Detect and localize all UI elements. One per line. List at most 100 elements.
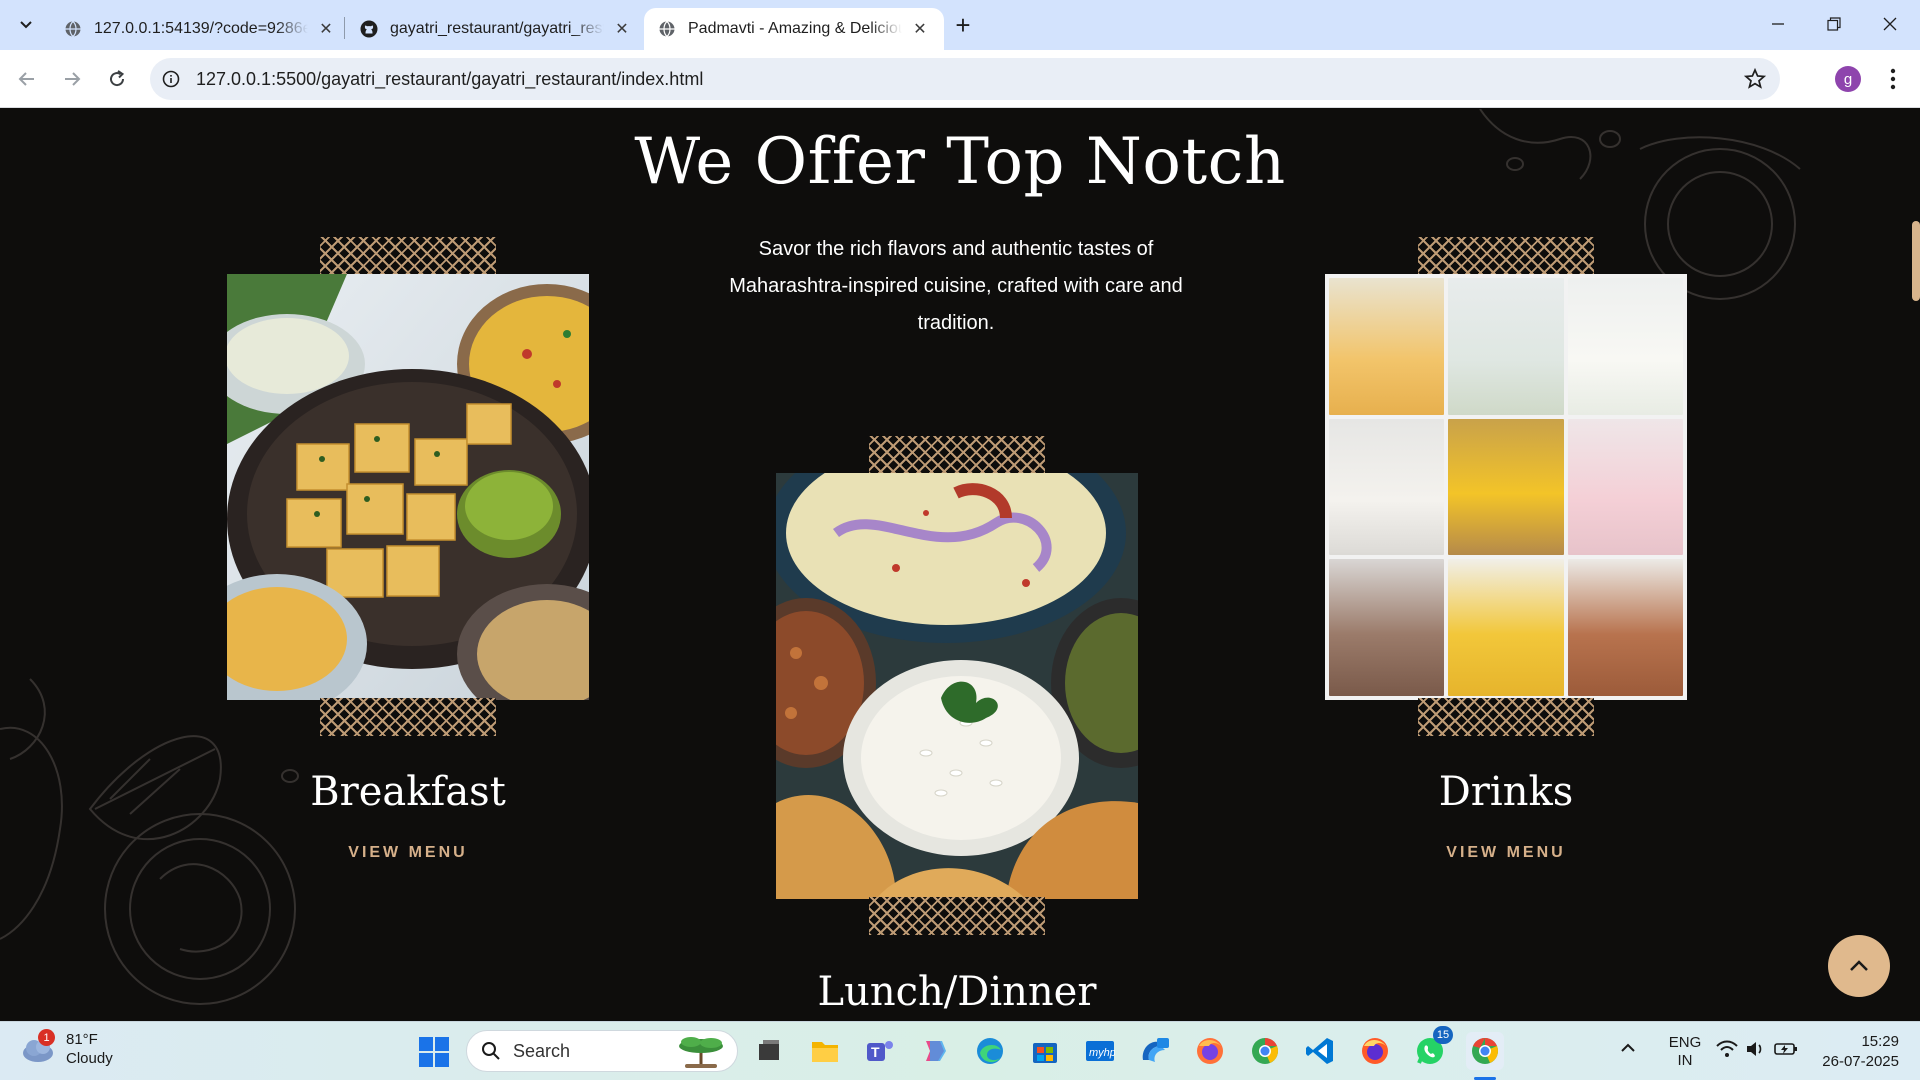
- globe-icon: [659, 21, 675, 37]
- close-icon[interactable]: ✕: [612, 19, 632, 39]
- svg-text:myhp: myhp: [1089, 1047, 1115, 1059]
- windows-logo-icon: [419, 1037, 449, 1067]
- chrome-icon[interactable]: [1466, 1032, 1504, 1070]
- close-icon: [1883, 17, 1897, 31]
- page-scrollbar-thumb[interactable]: [1912, 221, 1920, 301]
- chevron-up-icon: [1621, 1043, 1635, 1052]
- back-button[interactable]: [10, 62, 44, 96]
- weather-badge: 1: [38, 1029, 55, 1046]
- minimize-button[interactable]: [1750, 0, 1806, 48]
- menu-kebab-icon[interactable]: [1880, 64, 1906, 94]
- tab-title: gayatri_restaurant/gayatri_resta...: [390, 20, 604, 37]
- wifi-icon[interactable]: [1716, 1040, 1738, 1063]
- lunch-dinner-image: [776, 473, 1138, 899]
- drinks-title: Drinks: [1438, 769, 1574, 815]
- microsoft-store-icon[interactable]: [1026, 1032, 1064, 1070]
- weather-condition: Cloudy: [66, 1050, 113, 1067]
- tab-padmavti[interactable]: Padmavti - Amazing & Delicious ✕: [644, 8, 944, 50]
- drink-photo: [1448, 278, 1564, 415]
- search-icon: [482, 1042, 500, 1060]
- tray-overflow-chevron[interactable]: [1620, 1040, 1636, 1058]
- firefox-icon[interactable]: [1356, 1032, 1394, 1070]
- vscode-icon[interactable]: [1301, 1032, 1339, 1070]
- drink-photo: [1329, 278, 1445, 415]
- language-indicator[interactable]: ENG IN: [1665, 1034, 1705, 1070]
- task-view-icon[interactable]: [750, 1032, 788, 1070]
- bonsai-search-highlight-icon: [679, 1037, 723, 1068]
- url-text[interactable]: 127.0.0.1:5500/gayatri_restaurant/gayatr…: [196, 69, 703, 90]
- close-icon[interactable]: ✕: [910, 19, 930, 39]
- tab-strip: 127.0.0.1:54139/?code=9286ee... ✕ gayatr…: [0, 0, 1920, 50]
- section-heading: We Offer Top Notch: [634, 125, 1286, 199]
- minimize-icon: [1772, 23, 1784, 25]
- copilot-icon[interactable]: [916, 1032, 954, 1070]
- scroll-to-top-button[interactable]: [1828, 935, 1890, 997]
- file-explorer-icon[interactable]: [806, 1032, 844, 1070]
- site-info-icon[interactable]: [150, 58, 192, 100]
- arrow-right-icon: [65, 72, 81, 86]
- whatsapp-badge: 15: [1433, 1026, 1453, 1044]
- svg-text:T: T: [871, 1044, 880, 1060]
- drink-photo: [1567, 559, 1683, 696]
- language-region: IN: [1677, 1052, 1693, 1069]
- myhp-icon[interactable]: myhp: [1081, 1032, 1119, 1070]
- drink-photo: [1329, 559, 1445, 696]
- clock-time: 15:29: [1861, 1033, 1899, 1050]
- drink-photo: [1567, 418, 1683, 556]
- weather-widget[interactable]: 1 81°F Cloudy: [20, 1029, 113, 1068]
- battery-icon[interactable]: [1774, 1041, 1798, 1062]
- volume-icon[interactable]: [1745, 1040, 1765, 1063]
- windows-start-button[interactable]: [418, 1036, 450, 1068]
- address-bar[interactable]: 127.0.0.1:5500/gayatri_restaurant/gayatr…: [150, 58, 1780, 100]
- bookmark-star-icon[interactable]: [1743, 67, 1767, 95]
- reload-icon: [110, 70, 125, 87]
- new-tab-button[interactable]: +: [948, 10, 978, 40]
- tab-separator: [344, 17, 345, 39]
- chrome-alt-icon[interactable]: [1246, 1032, 1284, 1070]
- tab-github[interactable]: gayatri_restaurant/gayatri_resta... ✕: [346, 8, 646, 50]
- cloud-icon: 1: [20, 1029, 56, 1065]
- chevron-down-icon: [20, 21, 32, 29]
- forward-button[interactable]: [55, 62, 89, 96]
- system-clock[interactable]: 15:29 26-07-2025: [1815, 1032, 1899, 1072]
- search-placeholder: Search: [513, 1040, 571, 1061]
- firefox-icon[interactable]: [1191, 1032, 1229, 1070]
- decorative-pattern: [320, 237, 496, 275]
- close-icon[interactable]: ✕: [316, 19, 336, 39]
- browser-toolbar: 127.0.0.1:5500/gayatri_restaurant/gayatr…: [0, 50, 1920, 108]
- breakfast-view-menu-link[interactable]: VIEW MENU: [258, 844, 558, 862]
- globe-icon: [65, 21, 81, 37]
- decorative-pattern: [1418, 698, 1594, 736]
- breakfast-title: Breakfast: [310, 769, 506, 815]
- drink-photo: [1448, 418, 1564, 556]
- restore-icon: [1827, 17, 1841, 31]
- clock-date: 26-07-2025: [1822, 1053, 1899, 1070]
- decorative-pattern: [869, 897, 1045, 935]
- whatsapp-icon[interactable]: 15: [1411, 1026, 1453, 1070]
- weather-temp: 81°F: [66, 1031, 98, 1048]
- close-window-button[interactable]: [1862, 0, 1918, 48]
- tab-title: Padmavti - Amazing & Delicious: [688, 20, 902, 37]
- drinks-image-grid: [1325, 274, 1687, 700]
- teams-icon[interactable]: T: [861, 1032, 899, 1070]
- tab-search-button[interactable]: [10, 9, 42, 41]
- github-icon: [360, 20, 378, 38]
- tab-title: 127.0.0.1:54139/?code=9286ee...: [94, 20, 308, 37]
- arrow-left-icon: [18, 72, 34, 86]
- taskbar-search-box[interactable]: Search: [466, 1030, 738, 1072]
- breakfast-image: [227, 274, 589, 700]
- decorative-pattern: [869, 436, 1045, 474]
- section-intro: Savor the rich flavors and authentic tas…: [729, 238, 1183, 334]
- edge-icon[interactable]: [971, 1032, 1009, 1070]
- language-code: ENG: [1668, 1034, 1702, 1051]
- chevron-up-icon: [1850, 960, 1868, 971]
- outlook-icon[interactable]: [1136, 1032, 1174, 1070]
- tab-localhost-code[interactable]: 127.0.0.1:54139/?code=9286ee... ✕: [50, 8, 350, 50]
- profile-avatar[interactable]: g: [1835, 66, 1861, 92]
- drink-photo: [1329, 418, 1445, 556]
- decorative-pattern: [1418, 237, 1594, 275]
- reload-button[interactable]: [100, 62, 134, 96]
- restore-button[interactable]: [1806, 0, 1862, 48]
- page-content: We Offer Top Notch Savor the rich flavor…: [0, 109, 1920, 1021]
- drinks-view-menu-link[interactable]: VIEW MENU: [1356, 844, 1656, 862]
